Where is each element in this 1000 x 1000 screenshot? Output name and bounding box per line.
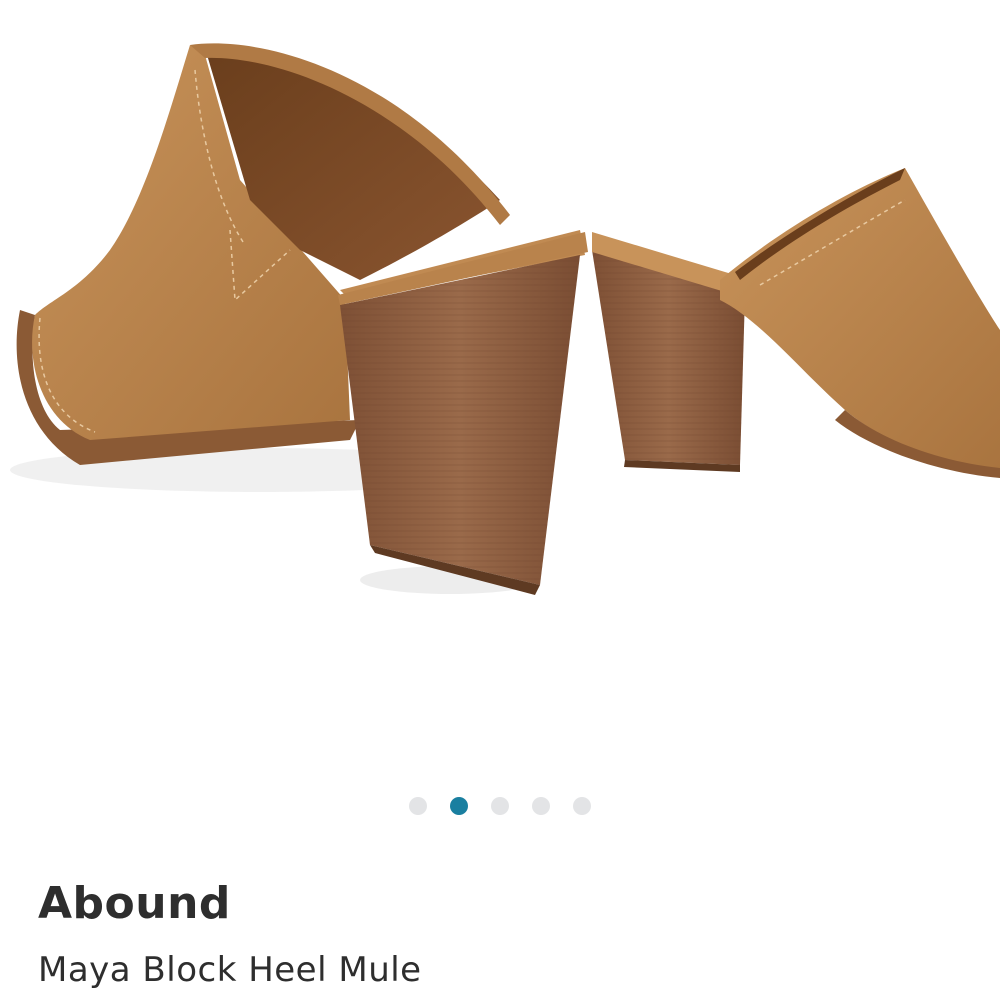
- carousel-dot-5[interactable]: [573, 797, 591, 815]
- carousel-dot-3[interactable]: [491, 797, 509, 815]
- product-image[interactable]: [0, 0, 1000, 760]
- image-carousel-dots: [0, 797, 1000, 815]
- carousel-dot-1[interactable]: [409, 797, 427, 815]
- carousel-dot-2-active[interactable]: [450, 797, 468, 815]
- brand-name[interactable]: Abound: [38, 878, 231, 929]
- carousel-dot-4[interactable]: [532, 797, 550, 815]
- product-title: Maya Block Heel Mule: [38, 950, 422, 990]
- shoe-photo: [10, 43, 1000, 595]
